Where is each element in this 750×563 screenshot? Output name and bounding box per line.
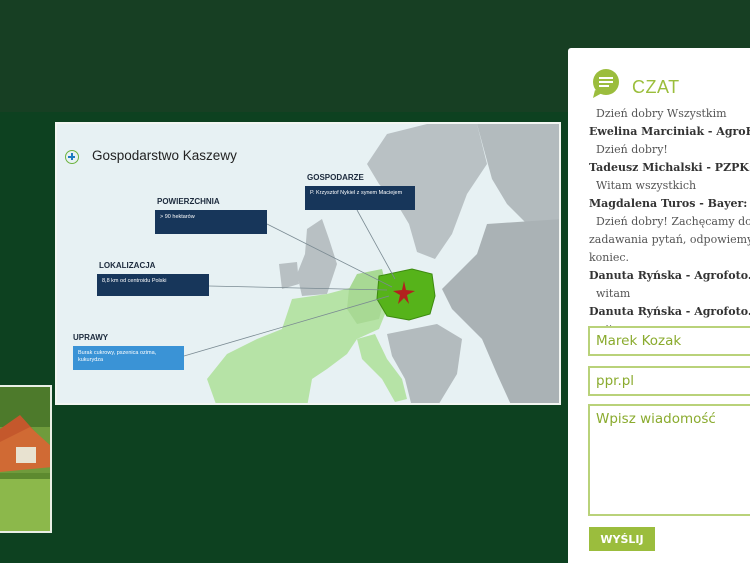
slide-title: Gospodarstwo Kaszewy <box>92 148 237 163</box>
chat-message-text: Witam wszystkich <box>596 179 697 192</box>
farmhouse-image <box>0 387 50 531</box>
site-field[interactable]: ppr.pl <box>588 366 750 396</box>
send-button[interactable]: WYŚLIJ <box>589 527 655 551</box>
chat-message-author: Tadeusz Michalski - PZPK: <box>589 161 750 174</box>
chat-message-author: Danuta Ryńska - Agrofoto.pl: <box>589 305 750 318</box>
bayer-logo-icon <box>65 150 79 164</box>
chat-messages: Dzień dobry Wszystkim Ewelina Marciniak … <box>589 105 750 339</box>
label-gospodarze: GOSPODARZE <box>307 173 364 182</box>
presentation-slide: Gospodarstwo Kaszewy POWIERZCHNIA > 90 h… <box>55 122 561 405</box>
chat-message-author: Ewelina Marciniak - AgroFakt.pl: <box>589 125 750 138</box>
box-lokalizacja: 8,8 km od centroidu Polski <box>97 274 209 296</box>
label-uprawy: UPRAWY <box>73 333 109 342</box>
label-lokalizacja: LOKALIZACJA <box>99 261 156 270</box>
box-gospodarze: P. Krzysztof Nykiel z synem Maciejem <box>305 186 415 210</box>
box-uprawy: Burak cukrowy, pszenica ozima, kukurydza <box>73 346 184 370</box>
box-powierzchnia: > 90 hektarów <box>155 210 267 234</box>
chat-message-author: Danuta Ryńska - Agrofoto.pl: <box>589 269 750 282</box>
chat-message-text: Dzień dobry Wszystkim <box>596 107 727 120</box>
chat-bubble-icon <box>593 69 619 98</box>
chat-message-author: Magdalena Turos - Bayer: <box>589 197 748 210</box>
chat-title: CZAT <box>632 77 680 97</box>
chat-panel: CZAT Dzień dobry Wszystkim Ewelina Marci… <box>568 48 750 563</box>
name-field[interactable]: Marek Kozak <box>588 326 750 356</box>
chat-message-text: witam <box>596 287 631 300</box>
video-thumbnail[interactable] <box>0 385 52 533</box>
chat-message-text: Dzień dobry! <box>596 143 668 156</box>
message-textarea[interactable]: Wpisz wiadomość <box>588 404 750 516</box>
label-powierzchnia: POWIERZCHNIA <box>157 197 220 206</box>
chat-message-text: Dzień dobry! Zachęcamy do zadawania pyta… <box>589 215 750 264</box>
